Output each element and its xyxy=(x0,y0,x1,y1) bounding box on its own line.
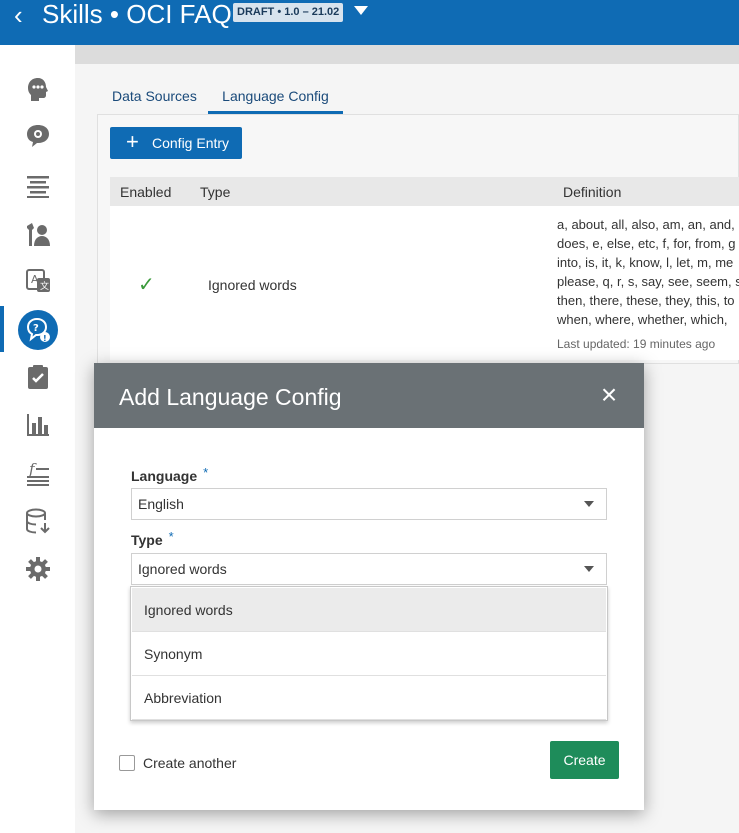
version-badge: DRAFT • 1.0 – 21.02 xyxy=(233,3,344,22)
app-header: ‹ Skills • OCI FAQ DRAFT • 1.0 – 21.02 xyxy=(0,0,739,45)
language-select-value: English xyxy=(138,496,184,512)
version-dropdown-caret-icon[interactable] xyxy=(354,6,368,15)
language-label-text: Language xyxy=(131,468,198,484)
required-marker: * xyxy=(203,465,209,480)
question-bubble-icon[interactable]: ? ! xyxy=(18,310,58,350)
column-header-enabled[interactable]: Enabled xyxy=(120,184,171,200)
bar-chart-icon[interactable] xyxy=(24,411,52,439)
bot-head-icon[interactable] xyxy=(24,75,52,103)
language-select[interactable]: English xyxy=(131,488,607,520)
type-dropdown-list: Ignored words Synonym Abbreviation xyxy=(130,586,608,721)
list-lines-icon[interactable] xyxy=(24,172,52,200)
dialog-header: Add Language Config × xyxy=(94,363,644,428)
function-icon[interactable]: f xyxy=(24,459,52,487)
svg-text:文: 文 xyxy=(40,280,49,292)
create-another-label[interactable]: Create another xyxy=(143,755,236,771)
type-option-abbreviation[interactable]: Abbreviation xyxy=(132,676,606,720)
type-label-text: Type xyxy=(131,532,163,548)
definition-line: into, is, it, k, know, l, let, m, me xyxy=(557,255,734,270)
skill-title: Skills • OCI FAQ xyxy=(42,0,232,29)
svg-text:!: ! xyxy=(43,334,47,343)
last-updated-text: Last updated: 19 minutes ago xyxy=(557,337,716,351)
chevron-down-icon xyxy=(584,566,594,572)
sidebar: A 文 ? ! f xyxy=(0,45,75,833)
column-header-type[interactable]: Type xyxy=(200,184,230,200)
definition-line: when, where, whether, which, xyxy=(557,312,728,327)
database-download-icon[interactable] xyxy=(24,507,52,535)
row-type-cell: Ignored words xyxy=(208,277,297,293)
dialog-title: Add Language Config xyxy=(119,384,342,410)
definition-line: a, about, all, also, am, an, and, xyxy=(557,217,735,232)
svg-text:?: ? xyxy=(33,323,39,334)
sidebar-selection-indicator xyxy=(0,306,4,352)
type-label: Type * xyxy=(131,529,174,548)
add-config-entry-button[interactable]: + Config Entry xyxy=(110,127,242,159)
svg-text:f: f xyxy=(28,460,37,478)
close-icon[interactable]: × xyxy=(594,381,624,411)
type-select-value: Ignored words xyxy=(138,561,227,577)
definition-line: please, q, r, s, say, see, seem, s xyxy=(557,274,739,289)
add-config-entry-label: Config Entry xyxy=(152,135,230,151)
type-option-synonym[interactable]: Synonym xyxy=(132,632,606,676)
create-button[interactable]: Create xyxy=(550,741,619,779)
column-header-definition[interactable]: Definition xyxy=(563,184,621,200)
tab-language-config[interactable]: Language Config xyxy=(208,82,343,114)
table-header: Enabled Type Definition xyxy=(110,177,739,206)
enabled-check-icon: ✓ xyxy=(138,274,155,296)
chevron-down-icon xyxy=(584,501,594,507)
definition-line: does, e, else, etc, f, for, from, g xyxy=(557,236,736,251)
type-option-ignored-words[interactable]: Ignored words xyxy=(132,588,606,632)
required-marker: * xyxy=(168,529,174,544)
back-chevron-icon[interactable]: ‹ xyxy=(14,0,23,30)
clipboard-check-icon[interactable] xyxy=(24,363,52,391)
translate-icon[interactable]: A 文 xyxy=(24,267,52,295)
definition-line: then, there, these, they, this, to xyxy=(557,293,735,308)
create-another-checkbox[interactable] xyxy=(119,755,135,771)
row-definition-cell: a, about, all, also, am, an, and, does, … xyxy=(557,215,739,329)
gear-icon[interactable] xyxy=(24,555,52,583)
language-label: Language * xyxy=(131,465,209,484)
tab-data-sources[interactable]: Data Sources xyxy=(112,82,197,114)
chat-bubble-gear-icon[interactable] xyxy=(24,122,52,150)
plus-icon: + xyxy=(126,129,139,154)
type-select[interactable]: Ignored words xyxy=(131,553,607,585)
tools-person-icon[interactable] xyxy=(24,220,52,248)
